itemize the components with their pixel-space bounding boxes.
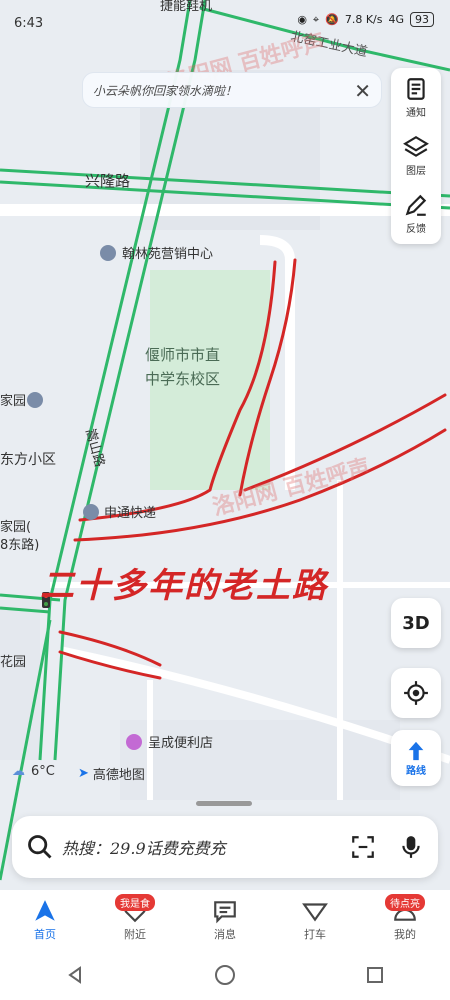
search-bar[interactable]: 热搜：29.9话费充费充 (12, 816, 438, 878)
delivery-pin-icon (83, 504, 99, 520)
tool-label-feedback: 反馈 (406, 223, 426, 235)
search-input[interactable]: 热搜：29.9话费充费充 (62, 835, 350, 859)
recents-icon[interactable] (365, 965, 385, 985)
nav-profile[interactable]: 待点亮 我的 (365, 890, 445, 950)
3d-toggle-button[interactable]: 3D (391, 598, 441, 648)
home-arrow-icon (35, 900, 55, 921)
crosshair-icon (404, 681, 428, 705)
microphone-icon[interactable] (398, 834, 424, 860)
route-button[interactable]: 路线 (391, 730, 441, 786)
status-indicators: ◉ ⌖ 🔕 7.8 K/s 4G 93 (297, 12, 434, 27)
layers-icon (403, 135, 429, 157)
taxi-icon (302, 903, 328, 922)
search-icon (28, 835, 52, 859)
brand-logo: ➤ 高德地图 (78, 764, 145, 783)
nearby-badge: 我是食 (115, 894, 155, 911)
map-toolbar: 通知 图层 反馈 (391, 68, 441, 244)
amap-logo-icon: ➤ (78, 766, 89, 781)
feedback-button[interactable]: 反馈 (391, 184, 441, 242)
notification-icon (407, 77, 425, 100)
route-label: 路线 (406, 765, 426, 777)
profile-badge: 待点亮 (385, 894, 425, 911)
nav-label-nearby: 附近 (124, 928, 146, 941)
close-icon[interactable]: ✕ (354, 79, 371, 103)
nav-label-messages: 消息 (214, 928, 236, 941)
message-icon (214, 901, 236, 924)
brand-name: 高德地图 (92, 768, 145, 783)
battery-level: 93 (410, 12, 434, 27)
tool-label-notify: 通知 (406, 107, 426, 119)
home-circle-icon[interactable] (214, 964, 236, 986)
nav-messages[interactable]: 消息 (185, 890, 265, 950)
map-label-huayuan: 花园 (0, 654, 26, 670)
map-label-shentong: 申通快递 (104, 506, 156, 521)
layers-button[interactable]: 图层 (391, 126, 441, 184)
notice-text: 小云朵帆你回家领水滴啦！ (93, 83, 238, 98)
temperature: 6°C (31, 764, 55, 779)
location-pin-icon (100, 245, 116, 261)
map-label-school-line1: 偃师市市直 (145, 346, 220, 364)
nav-home[interactable]: 首页 (5, 890, 85, 950)
status-bar: 6:43 ◉ ⌖ 🔕 7.8 K/s 4G 93 (0, 0, 450, 44)
bottom-nav: 首页 我是食 附近 消息 打车 待点亮 我的 (0, 890, 450, 950)
tool-label-layers: 图层 (406, 165, 426, 177)
notification-button[interactable]: 通知 (391, 68, 441, 126)
nav-nearby[interactable]: 我是食 附近 (95, 890, 175, 950)
mute-icon: 🔕 (325, 13, 339, 26)
network-speed: 7.8 K/s (344, 13, 383, 26)
eye-icon: ◉ (297, 13, 307, 26)
map-label-hanlinyuan: 翰林苑营销中心 (122, 247, 213, 262)
map-label-dongfang: 东方小区 (0, 452, 56, 468)
nav-taxi[interactable]: 打车 (275, 890, 355, 950)
map-label-jiayuan: 家园 (0, 393, 26, 409)
network-type: 4G (388, 13, 404, 26)
map-label-jiayuan2: 家园( (0, 519, 31, 535)
weather-widget[interactable]: ☁ 6°C (12, 764, 55, 779)
locate-button[interactable] (391, 668, 441, 718)
back-icon[interactable] (65, 965, 85, 985)
scan-icon[interactable] (350, 834, 376, 860)
handwritten-annotation: 二十多年的老土路 (40, 566, 328, 606)
map-label-chengcheng: 呈成便利店 (148, 736, 213, 751)
system-nav-bar (0, 950, 450, 1000)
nav-label-home: 首页 (34, 928, 56, 941)
route-arrow-icon (408, 741, 424, 760)
home-pin-icon (27, 392, 43, 408)
location-icon: ⌖ (312, 12, 320, 26)
drawer-handle[interactable] (196, 801, 252, 806)
feedback-icon (405, 194, 427, 216)
status-time: 6:43 (14, 16, 44, 31)
promo-notice[interactable]: 小云朵帆你回家领水滴啦！ ✕ (82, 72, 382, 108)
shop-pin-icon (126, 734, 142, 750)
map-label-xinglong-road: 兴隆路 (85, 172, 130, 190)
map-label-road-east: 8东路) (0, 537, 39, 553)
nav-label-profile: 我的 (394, 928, 416, 941)
nav-label-taxi: 打车 (304, 928, 326, 941)
cloud-icon: ☁ (12, 764, 25, 779)
map-label-school-line2: 中学东校区 (145, 370, 220, 388)
